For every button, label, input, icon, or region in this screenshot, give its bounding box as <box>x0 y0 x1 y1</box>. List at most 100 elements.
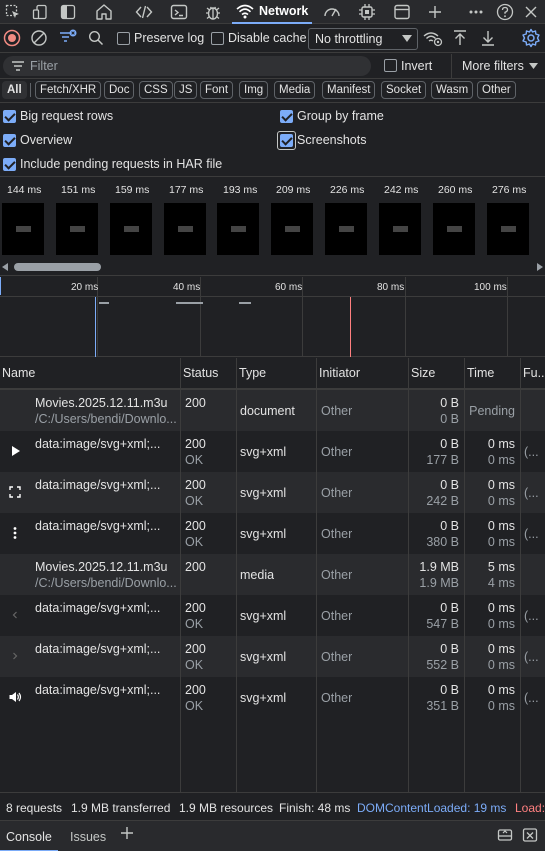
initiator: Other <box>321 609 353 623</box>
filter-input[interactable]: Filter <box>3 56 371 76</box>
screenshot-thumbnail[interactable] <box>2 203 44 255</box>
screenshot-thumbnail[interactable] <box>325 203 367 255</box>
screenshot-thumbnail[interactable] <box>217 203 259 255</box>
latency-time: 0 ms <box>487 699 515 713</box>
big-request-rows-checkbox[interactable] <box>3 110 16 123</box>
column-header-size[interactable]: Size <box>409 358 464 389</box>
column-header-type[interactable]: Type <box>237 358 316 389</box>
column-separator[interactable] <box>408 358 409 792</box>
type-filter-doc[interactable]: Doc <box>104 81 135 99</box>
scroll-left-arrow-icon[interactable] <box>2 263 8 271</box>
type-filter-other[interactable]: Other <box>477 81 516 99</box>
invert-label: Invert <box>401 59 433 73</box>
type-filter-js[interactable]: JS <box>174 81 198 99</box>
application-window-icon[interactable] <box>392 2 412 22</box>
import-har-upload-icon[interactable] <box>451 29 469 47</box>
include-pending-har-checkbox[interactable] <box>3 158 16 171</box>
resource-size: 1.9 MB <box>419 576 459 590</box>
latency-time: 0 ms <box>487 658 515 672</box>
record-stop-icon[interactable] <box>3 29 21 47</box>
overview-tick: 100 ms <box>474 282 507 293</box>
screenshot-thumbnail[interactable] <box>433 203 475 255</box>
type-filter-wasm[interactable]: Wasm <box>431 81 474 99</box>
throttling-select[interactable]: No throttling <box>308 28 418 50</box>
type-filter-font[interactable]: Font <box>200 81 234 99</box>
filter-bar: Filter Invert More filters <box>0 54 545 79</box>
type-filter-all[interactable]: All <box>2 81 27 99</box>
home-icon[interactable] <box>94 2 114 22</box>
drawer-tab-issues[interactable]: Issues <box>62 821 110 851</box>
request-name: data:image/svg+xml;... <box>35 683 161 697</box>
screenshot-thumbnail[interactable] <box>110 203 152 255</box>
console-icon[interactable] <box>169 2 189 22</box>
column-separator[interactable] <box>180 358 181 792</box>
request-time: 0 ms <box>487 601 515 615</box>
screenshot-thumbnail[interactable] <box>164 203 206 255</box>
clear-icon[interactable] <box>30 29 48 47</box>
network-overview-timeline[interactable]: 20 ms 40 ms 60 ms 80 ms 100 ms <box>0 277 545 357</box>
overview-checkbox[interactable] <box>3 134 16 147</box>
type-filter-img[interactable]: Img <box>239 81 269 99</box>
screenshot-thumbnail[interactable] <box>271 203 313 255</box>
request-time: 5 ms <box>487 560 515 574</box>
column-header-fulfilled-by[interactable]: Fu... <box>521 358 545 389</box>
screenshots-checkbox[interactable] <box>280 134 293 147</box>
more-filters-button[interactable]: More filters <box>451 54 541 78</box>
device-toolbar-icon[interactable] <box>30 2 50 22</box>
performance-gauge-icon[interactable] <box>322 2 342 22</box>
export-har-download-icon[interactable] <box>479 29 497 47</box>
screenshot-time: 159 ms <box>115 184 150 196</box>
column-header-status[interactable]: Status <box>181 358 236 389</box>
dock-drawer-icon[interactable] <box>497 827 513 843</box>
resource-size: 177 B <box>426 453 459 467</box>
column-separator[interactable] <box>316 358 317 792</box>
drawer-tab-console-label: Console <box>6 830 52 844</box>
column-header-initiator[interactable]: Initiator <box>317 358 408 389</box>
elements-code-icon[interactable] <box>134 2 154 22</box>
memory-chip-icon[interactable] <box>357 2 377 22</box>
add-drawer-tab-plus-icon[interactable] <box>120 826 134 840</box>
drawer-tab-console[interactable]: Console <box>0 821 58 851</box>
preserve-log-checkbox[interactable] <box>117 32 130 45</box>
disable-cache-checkbox[interactable] <box>211 32 224 45</box>
filter-funnel-icon[interactable] <box>58 28 78 48</box>
request-name: data:image/svg+xml;... <box>35 601 161 615</box>
type-filter-media[interactable]: Media <box>274 81 316 99</box>
group-by-frame-checkbox[interactable] <box>280 110 293 123</box>
fulfilled-by: (... <box>524 609 539 623</box>
filmstrip-scrollbar[interactable] <box>0 262 545 272</box>
screenshot-thumbnail[interactable] <box>56 203 98 255</box>
latency-time: 0 ms <box>487 617 515 631</box>
screenshot-thumbnail[interactable] <box>487 203 529 255</box>
type-filter-socket[interactable]: Socket <box>381 81 427 99</box>
scrollbar-thumb[interactable] <box>14 263 101 271</box>
type-filter-css[interactable]: CSS <box>139 81 173 99</box>
dock-sidebar-icon[interactable] <box>58 2 78 22</box>
add-tab-plus-icon[interactable] <box>425 2 445 22</box>
inspect-element-icon[interactable] <box>3 2 23 22</box>
column-separator[interactable] <box>464 358 465 792</box>
invert-checkbox[interactable] <box>384 59 397 72</box>
type-filter-manifest[interactable]: Manifest <box>322 81 376 99</box>
search-icon[interactable] <box>88 30 104 46</box>
type-filter-fetch-xhr[interactable]: Fetch/XHR <box>35 81 102 99</box>
request-bar <box>99 302 109 304</box>
filter-lines-icon <box>12 61 24 71</box>
column-header-name[interactable]: Name <box>0 358 180 389</box>
help-icon[interactable] <box>495 2 515 22</box>
resource-type: svg+xml <box>240 445 287 459</box>
close-devtools-icon[interactable] <box>521 2 541 22</box>
bug-icon[interactable] <box>203 2 223 22</box>
network-conditions-icon[interactable] <box>423 29 443 47</box>
group-by-frame-label: Group by frame <box>297 109 384 123</box>
scroll-right-arrow-icon[interactable] <box>537 263 543 271</box>
disable-cache-label: Disable cache <box>228 31 307 45</box>
column-header-time[interactable]: Time <box>465 358 520 389</box>
column-separator[interactable] <box>520 358 521 792</box>
tab-network[interactable]: Network <box>232 0 312 24</box>
screenshot-thumbnail[interactable] <box>379 203 421 255</box>
more-horizontal-icon[interactable] <box>466 2 486 22</box>
column-separator[interactable] <box>236 358 237 792</box>
close-drawer-icon[interactable] <box>522 827 538 843</box>
network-settings-gear-icon[interactable] <box>521 28 541 48</box>
